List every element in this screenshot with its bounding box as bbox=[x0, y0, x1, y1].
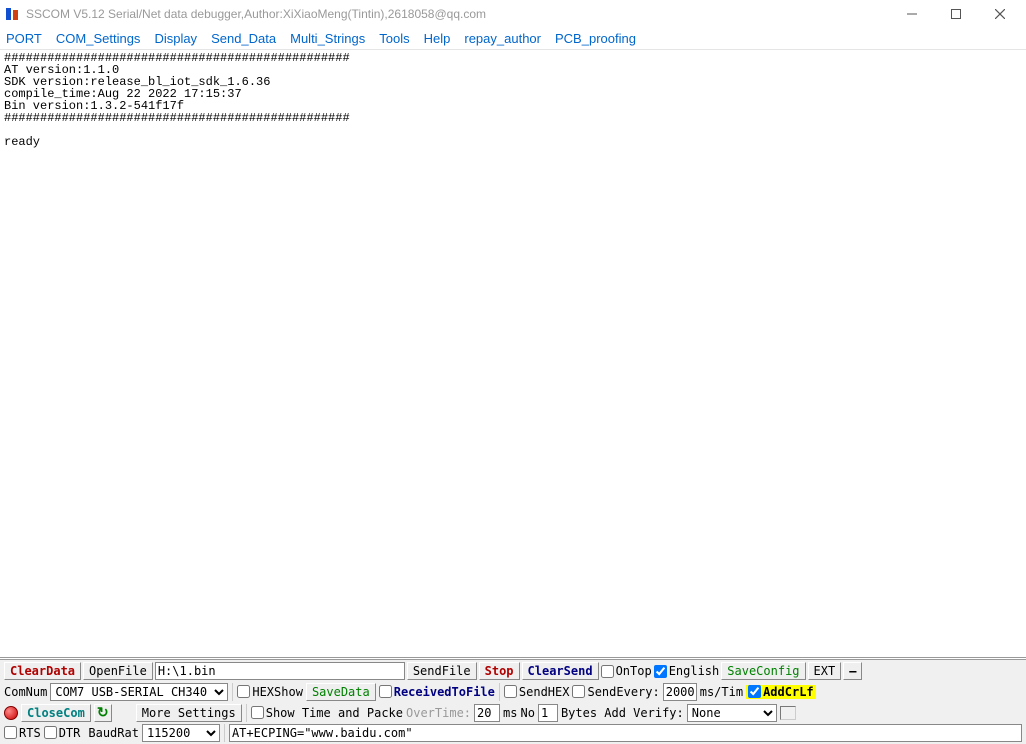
menu-display[interactable]: Display bbox=[154, 31, 197, 46]
menu-com-settings[interactable]: COM_Settings bbox=[56, 31, 141, 46]
sendevery-checkbox[interactable]: SendEvery: bbox=[572, 685, 659, 699]
refresh-icon[interactable]: ↻ bbox=[94, 704, 112, 722]
verify-indicator bbox=[780, 706, 796, 720]
open-file-button[interactable]: OpenFile bbox=[83, 662, 153, 680]
close-com-button[interactable]: CloseCom bbox=[21, 704, 91, 722]
bytes-verify-label: Bytes Add Verify: bbox=[561, 706, 684, 720]
show-time-checkbox[interactable]: Show Time and Packe bbox=[251, 706, 403, 720]
verify-select[interactable]: None bbox=[687, 704, 777, 722]
rts-checkbox[interactable]: RTS bbox=[4, 726, 41, 740]
bottom-panel: ClearData OpenFile SendFile Stop ClearSe… bbox=[0, 659, 1026, 744]
addcrlf-checkbox[interactable]: AddCrLf bbox=[746, 685, 816, 699]
baud-select[interactable]: 115200 bbox=[142, 724, 220, 742]
menu-help[interactable]: Help bbox=[424, 31, 451, 46]
hide-button[interactable]: — bbox=[843, 662, 862, 680]
no-label: No bbox=[520, 706, 534, 720]
port-status-icon bbox=[4, 706, 18, 720]
menu-port[interactable]: PORT bbox=[6, 31, 42, 46]
menu-tools[interactable]: Tools bbox=[379, 31, 409, 46]
title-text: SSCOM V5.12 Serial/Net data debugger,Aut… bbox=[26, 7, 890, 21]
save-data-button[interactable]: SaveData bbox=[306, 683, 376, 701]
overtime-input[interactable] bbox=[474, 704, 500, 722]
more-settings-button[interactable]: More Settings bbox=[136, 704, 242, 722]
menu-send-data[interactable]: Send_Data bbox=[211, 31, 276, 46]
hexshow-checkbox[interactable]: HEXShow bbox=[237, 685, 303, 699]
dtr-checkbox[interactable]: DTR bbox=[44, 726, 81, 740]
sendhex-checkbox[interactable]: SendHEX bbox=[504, 685, 570, 699]
close-button[interactable] bbox=[978, 0, 1022, 28]
app-icon bbox=[4, 6, 20, 22]
send-file-button[interactable]: SendFile bbox=[407, 662, 477, 680]
menu-bar: PORT COM_Settings Display Send_Data Mult… bbox=[0, 28, 1026, 50]
overtime-unit: ms bbox=[503, 706, 517, 720]
save-config-button[interactable]: SaveConfig bbox=[721, 662, 805, 680]
menu-multi-strings[interactable]: Multi_Strings bbox=[290, 31, 365, 46]
english-checkbox[interactable]: English bbox=[654, 664, 720, 678]
interval-unit: ms/Tim bbox=[700, 685, 743, 699]
on-top-checkbox[interactable]: OnTop bbox=[601, 664, 652, 678]
clear-send-button[interactable]: ClearSend bbox=[522, 662, 599, 680]
baud-label: BaudRat bbox=[88, 726, 139, 740]
clear-data-button[interactable]: ClearData bbox=[4, 662, 81, 680]
minimize-button[interactable] bbox=[890, 0, 934, 28]
no-input[interactable] bbox=[538, 704, 558, 722]
console-output[interactable]: ########################################… bbox=[0, 50, 1026, 658]
stop-button[interactable]: Stop bbox=[479, 662, 520, 680]
title-bar: SSCOM V5.12 Serial/Net data debugger,Aut… bbox=[0, 0, 1026, 28]
menu-repay-author[interactable]: repay_author bbox=[464, 31, 541, 46]
ext-button[interactable]: EXT bbox=[808, 662, 842, 680]
received-to-file-checkbox[interactable]: ReceivedToFile bbox=[379, 685, 495, 699]
menu-pcb-proofing[interactable]: PCB_proofing bbox=[555, 31, 636, 46]
send-text-input[interactable] bbox=[229, 724, 1022, 742]
file-path-input[interactable] bbox=[155, 662, 405, 680]
maximize-button[interactable] bbox=[934, 0, 978, 28]
comnum-label: ComNum bbox=[4, 685, 47, 699]
overtime-label: OverTime: bbox=[406, 706, 471, 720]
interval-input[interactable] bbox=[663, 683, 697, 701]
comnum-select[interactable]: COM7 USB-SERIAL CH340 bbox=[50, 683, 228, 701]
